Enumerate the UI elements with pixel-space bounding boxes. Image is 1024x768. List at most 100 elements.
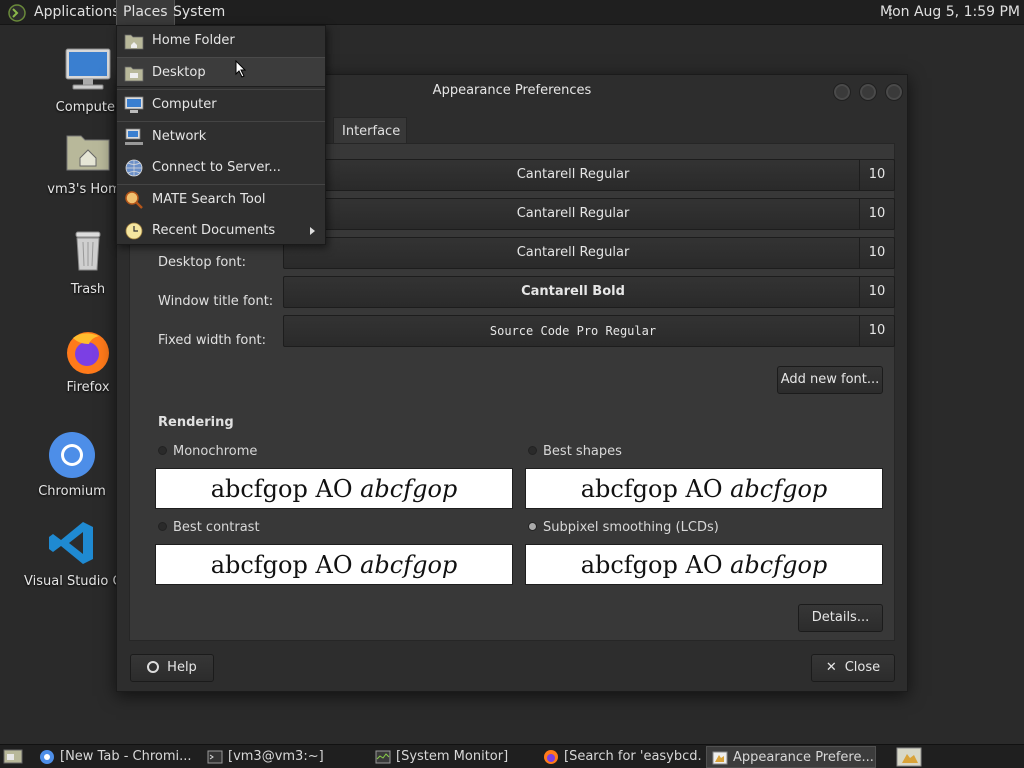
sample-text-italic: abcfgop xyxy=(360,551,458,579)
document-font-button[interactable]: Cantarell Regular 10 xyxy=(283,198,895,230)
task-firefox[interactable]: [Search for 'easybcd... xyxy=(538,746,703,768)
close-button[interactable]: ✕ Close xyxy=(811,654,895,682)
desktop-folder-icon xyxy=(124,66,144,82)
network-icon xyxy=(125,128,143,145)
bottom-taskbar: [New Tab - Chromi... [vm3@vm3:~] [System… xyxy=(0,744,1024,768)
sample-text-italic: abcfgop xyxy=(360,475,458,503)
task-label: Appearance Prefere... xyxy=(733,750,874,765)
top-panel: Applications Places System Mon Aug 5, 1:… xyxy=(0,0,1024,25)
clock-icon xyxy=(125,222,143,240)
fixed-width-font-button[interactable]: Source Code Pro Regular 10 xyxy=(283,315,895,347)
menu-item-connect-to-server[interactable]: Connect to Server... xyxy=(117,153,325,183)
chromium-icon xyxy=(49,432,95,478)
desktop-icon-vscode[interactable]: Visual Studio Code xyxy=(24,520,120,589)
radio-monochrome[interactable]: Monochrome xyxy=(158,444,257,459)
desktop-icon-label: Chromium xyxy=(38,484,106,499)
desktop-icon-chromium[interactable]: Chromium xyxy=(22,430,122,499)
firefox-icon xyxy=(67,332,109,374)
trash-icon xyxy=(75,231,101,271)
window-title-font-button[interactable]: Cantarell Bold 10 xyxy=(283,276,895,308)
font-label: Fixed width font: xyxy=(158,333,267,348)
sample-best-shapes[interactable]: abcfgop AO abcfgop xyxy=(525,468,883,509)
close-window-button[interactable] xyxy=(885,83,903,101)
close-label: Close xyxy=(844,660,881,675)
task-chromium[interactable]: [New Tab - Chromi... xyxy=(34,746,199,768)
rendering-section-title: Rendering xyxy=(158,415,234,430)
clock[interactable]: Mon Aug 5, 1:59 PM xyxy=(880,0,1020,25)
radio-best-contrast[interactable]: Best contrast xyxy=(158,520,260,535)
menu-item-home-folder[interactable]: Home Folder xyxy=(117,26,325,56)
menu-item-recent-documents[interactable]: Recent Documents xyxy=(117,216,325,246)
tab-interface[interactable]: Interface xyxy=(333,117,407,145)
menu-item-label: Desktop xyxy=(152,65,206,80)
sample-text: abcfgop AO xyxy=(210,551,361,579)
close-icon: ✕ xyxy=(825,660,837,675)
radio-indicator[interactable] xyxy=(158,522,167,531)
task-appearance-preferences[interactable]: Appearance Prefere... xyxy=(706,746,876,768)
menu-item-computer[interactable]: Computer xyxy=(117,90,325,120)
minimize-button[interactable] xyxy=(833,83,851,101)
places-menu-button[interactable]: Places xyxy=(116,0,175,25)
menu-item-label: Home Folder xyxy=(152,33,235,48)
radio-subpixel-smoothing[interactable]: Subpixel smoothing (LCDs) xyxy=(528,520,719,535)
menu-item-network[interactable]: Network xyxy=(117,122,325,152)
font-size: 10 xyxy=(859,277,894,307)
maximize-button[interactable] xyxy=(859,83,877,101)
mouse-cursor-icon xyxy=(235,60,247,78)
task-system-monitor[interactable]: [System Monitor] xyxy=(370,746,535,768)
menu-item-label: Recent Documents xyxy=(152,223,276,238)
computer-icon xyxy=(124,96,144,113)
show-desktop-icon[interactable] xyxy=(3,748,23,765)
radio-label: Subpixel smoothing (LCDs) xyxy=(543,520,719,535)
desktop-font-button[interactable]: Cantarell Regular 10 xyxy=(283,237,895,269)
system-menu[interactable]: System xyxy=(167,0,231,25)
menu-item-desktop[interactable]: Desktop xyxy=(117,57,325,87)
system-monitor-icon xyxy=(375,750,391,764)
task-label: [vm3@vm3:~] xyxy=(228,749,324,764)
font-label: Desktop font: xyxy=(158,255,246,270)
terminal-icon xyxy=(207,750,223,764)
places-dropdown-menu: Home Folder Desktop Computer Network Con… xyxy=(116,25,326,245)
menu-item-label: Connect to Server... xyxy=(152,160,281,175)
details-button[interactable]: Details... xyxy=(798,604,883,632)
add-new-font-button[interactable]: Add new font... xyxy=(777,366,883,394)
desktop-icon-label: Visual Studio Code xyxy=(24,574,120,589)
menu-item-label: Network xyxy=(152,129,207,144)
sample-best-contrast[interactable]: abcfgop AO abcfgop xyxy=(155,544,513,585)
home-folder-icon xyxy=(66,135,110,171)
application-font-button[interactable]: Cantarell Regular 10 xyxy=(283,159,895,191)
help-button[interactable]: Help xyxy=(130,654,214,682)
font-size: 10 xyxy=(859,316,894,346)
menu-item-label: MATE Search Tool xyxy=(152,192,266,207)
font-name: Source Code Pro Regular xyxy=(489,324,657,338)
font-name: Cantarell Regular xyxy=(516,245,630,260)
applications-menu[interactable]: Applications xyxy=(28,0,126,25)
help-icon xyxy=(147,660,160,673)
radio-label: Monochrome xyxy=(173,444,258,459)
task-label: [System Monitor] xyxy=(396,749,509,764)
radio-label: Best shapes xyxy=(543,444,622,459)
task-label: [New Tab - Chromi... xyxy=(60,749,192,764)
menu-item-mate-search-tool[interactable]: MATE Search Tool xyxy=(117,185,325,215)
vscode-icon xyxy=(49,522,93,564)
task-terminal[interactable]: [vm3@vm3:~] xyxy=(202,746,367,768)
radio-indicator[interactable] xyxy=(528,446,537,455)
chromium-icon xyxy=(40,750,54,764)
font-name: Cantarell Regular xyxy=(516,167,630,182)
mate-logo-icon[interactable] xyxy=(8,4,26,22)
sample-monochrome[interactable]: abcfgop AO abcfgop xyxy=(155,468,513,509)
radio-label: Best contrast xyxy=(173,520,260,535)
radio-best-shapes[interactable]: Best shapes xyxy=(528,444,622,459)
radio-indicator[interactable] xyxy=(158,446,167,455)
task-label: [Search for 'easybcd... xyxy=(564,749,703,764)
workspace-switcher-icon[interactable] xyxy=(896,747,922,767)
sample-subpixel[interactable]: abcfgop AO abcfgop xyxy=(525,544,883,585)
font-name: Cantarell Bold xyxy=(521,284,625,299)
firefox-icon xyxy=(544,750,558,764)
home-folder-icon xyxy=(124,34,144,50)
radio-indicator[interactable] xyxy=(528,522,537,531)
sample-text: abcfgop AO xyxy=(210,475,361,503)
computer-icon xyxy=(65,48,111,90)
submenu-arrow-icon xyxy=(310,227,315,235)
sample-text: abcfgop AO xyxy=(580,551,731,579)
